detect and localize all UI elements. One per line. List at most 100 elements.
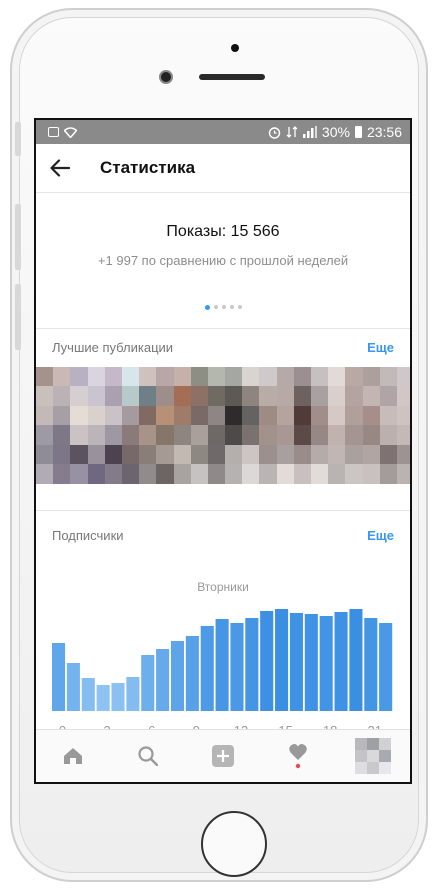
thumbnail-cell: [293, 405, 311, 425]
thumbnail-cell: [362, 425, 380, 445]
chart-bar: [289, 612, 303, 711]
tab-activity[interactable]: [278, 736, 318, 776]
thumbnail-cell: [259, 425, 277, 445]
battery-icon: [354, 126, 362, 138]
thumbnail-cell: [173, 405, 191, 425]
thumbnail-cell: [345, 386, 363, 406]
thumbnail-cell: [276, 366, 294, 386]
carousel-dot: [221, 305, 226, 309]
followers-header: Подписчики Еще: [36, 521, 410, 551]
chart-bar: [52, 642, 66, 711]
thumbnail-cell: [276, 405, 294, 425]
thumbnail-cell: [328, 464, 346, 484]
followers-chart-svg: Вторники036912151821: [52, 580, 393, 738]
thumbnail-cell: [311, 386, 329, 406]
thumbnail-cell: [293, 464, 311, 484]
thumbnail-cell: [173, 425, 191, 445]
tab-add-post[interactable]: [203, 736, 243, 776]
chart-bar: [81, 677, 95, 711]
carousel-dots[interactable]: [36, 304, 410, 310]
thumbnail-cell: [311, 444, 329, 464]
activity-heart-icon: [288, 744, 307, 769]
thumbnail-cell: [104, 444, 122, 464]
thumbnail-cell: [225, 386, 243, 406]
signal-icon: [302, 126, 317, 138]
top-posts-thumbnails[interactable]: [36, 366, 410, 484]
divider: [36, 484, 410, 511]
thumbnail-cell: [104, 386, 122, 406]
thumbnail-cell: [362, 444, 380, 464]
thumbnail-cell: [104, 425, 122, 445]
thumbnail-cell: [242, 386, 260, 406]
thumbnail-cell: [259, 386, 277, 406]
thumbnail-cell: [190, 386, 208, 406]
thumbnail-cell: [36, 405, 54, 425]
mute-switch: [15, 122, 21, 156]
chart-bar: [111, 682, 125, 711]
top-posts-title: Лучшие публикации: [52, 340, 174, 355]
thumbnail-cell: [259, 444, 277, 464]
thumbnail-cell: [190, 366, 208, 386]
chart-title: Вторники: [197, 580, 249, 594]
thumbnail-cell: [345, 405, 363, 425]
thumbnail-cell: [36, 464, 54, 484]
chart-bar: [141, 654, 155, 711]
thumbnail-cell: [139, 464, 157, 484]
thumbnail-cell: [242, 464, 260, 484]
thumbnail-cell: [396, 425, 410, 445]
thumbnail-cell: [104, 464, 122, 484]
tab-profile[interactable]: [353, 736, 393, 776]
thumbnail-cell: [259, 464, 277, 484]
tab-search[interactable]: [128, 736, 168, 776]
thumbnail-cell: [293, 444, 311, 464]
thumbnail-cell: [396, 444, 410, 464]
notification-dot: [295, 763, 300, 769]
tab-home[interactable]: [53, 736, 93, 776]
thumbnail-cell: [139, 405, 157, 425]
back-arrow-icon[interactable]: [50, 159, 70, 177]
chart-bar: [379, 622, 393, 711]
thumbnail-cell: [70, 425, 88, 445]
chart-bar: [304, 613, 318, 711]
thumbnail-cell: [70, 386, 88, 406]
earpiece-speaker: [199, 74, 265, 80]
chart-bar: [200, 625, 214, 711]
thumbnail-cell: [259, 366, 277, 386]
app-bar: Статистика: [36, 144, 410, 193]
thumbnail-cell: [362, 386, 380, 406]
thumbnail-cell: [156, 444, 174, 464]
thumbnail-cell: [190, 425, 208, 445]
home-button[interactable]: [201, 811, 267, 877]
followers-chart: Вторники036912151821: [36, 551, 410, 746]
thumbnail-cell: [70, 444, 88, 464]
thumbnail-cell: [207, 366, 226, 386]
thumbnail-cell: [139, 366, 157, 386]
chart-bar: [66, 662, 80, 711]
thumbnail-cell: [379, 366, 397, 386]
thumbnail-cell: [311, 405, 329, 425]
thumbnail-cell: [70, 405, 88, 425]
thumbnail-cell: [139, 444, 157, 464]
thumbnail-cell: [328, 386, 346, 406]
thumbnail-cell: [156, 405, 174, 425]
thumbnail-cell: [328, 366, 346, 386]
thumbnail-cell: [345, 464, 363, 484]
profile-avatar: [354, 738, 391, 774]
thumbnail-cell: [396, 386, 410, 406]
thumbnail-cell: [190, 464, 208, 484]
thumbnail-cell: [87, 425, 105, 445]
thumbnail-cell: [53, 464, 71, 484]
thumbnail-cell: [328, 444, 346, 464]
thumbnail-cell: [53, 425, 71, 445]
thumbnail-cell: [225, 464, 243, 484]
top-posts-more-link[interactable]: Еще: [367, 340, 394, 355]
thumbnail-cell: [328, 425, 346, 445]
thumbnail-cell: [225, 405, 243, 425]
thumbnail-cell: [87, 366, 105, 386]
thumbnail-cell: [121, 464, 140, 484]
followers-more-link[interactable]: Еще: [367, 528, 394, 543]
thumbnail-cell: [156, 425, 174, 445]
chart-bar: [215, 618, 229, 711]
thumbnail-cell: [207, 405, 226, 425]
thumbnail-cell: [225, 366, 243, 386]
